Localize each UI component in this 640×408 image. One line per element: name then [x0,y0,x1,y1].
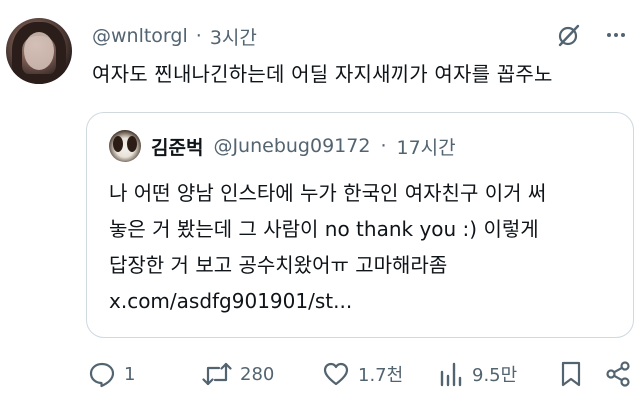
retweet-button[interactable]: 280 [202,360,274,388]
tweet-action-bar: 1 280 1.7천 9.5만 [88,356,636,392]
retweet-count: 280 [240,363,275,385]
views-button[interactable]: 9.5만 [438,360,517,388]
like-count: 1.7천 [358,365,404,386]
like-button[interactable]: 1.7천 [322,360,403,388]
quoted-text-line: 나 어떤 양남 인스타에 누가 한국인 여자친구 이거 써 [109,181,547,205]
quoted-tweet-timestamp: 17시간 [396,136,456,159]
quoted-text-line: 답장한 거 보고 공수치왔어ㅠ 고마해라좀 [109,253,448,277]
retweet-icon [202,360,232,388]
quoted-author-name: 김준벅 [151,136,204,159]
bookmark-button[interactable] [558,360,584,388]
quoted-tweet-text: 나 어떤 양남 인스타에 누가 한국인 여자친구 이거 써 놓은 거 봤는데 그… [109,175,619,319]
tweet-text: 여자도 찐내나긴하는데 어딜 자지새끼가 여자를 꼽주노 [92,62,553,86]
more-icon[interactable] [604,23,628,47]
quoted-tweet[interactable]: 김준벅 @Junebug09172 · 17시간 나 어떤 양남 인스타에 누가… [86,112,634,338]
separator-dot: · [380,135,387,157]
tweet-timestamp[interactable]: 3시간 [210,23,257,50]
quoted-tweet-header: 김준벅 @Junebug09172 · 17시간 [109,129,456,163]
share-icon [604,360,632,388]
like-icon [322,360,350,388]
reply-icon [88,360,116,388]
quoted-tweet-link[interactable]: x.com/asdfg901901/st... [109,283,619,319]
quoted-author-avatar [109,130,141,162]
tweet-top-actions [556,22,628,48]
share-button[interactable] [604,360,632,388]
views-icon [438,360,464,388]
quoted-text-line: 놓은 거 봤는데 그 사람이 no thank you :) 이렇게 [109,217,539,241]
separator-dot: · [195,25,202,47]
quoted-author-handle: @Junebug09172 [213,135,371,157]
views-count: 9.5만 [472,365,518,386]
tweet-header: @wnltorgl · 3시간 [92,22,257,50]
author-handle[interactable]: @wnltorgl [92,25,188,47]
reply-count: 1 [124,363,136,385]
author-avatar[interactable] [6,18,72,84]
grok-icon[interactable] [556,22,582,48]
bookmark-icon [558,360,584,388]
reply-button[interactable]: 1 [88,360,135,388]
